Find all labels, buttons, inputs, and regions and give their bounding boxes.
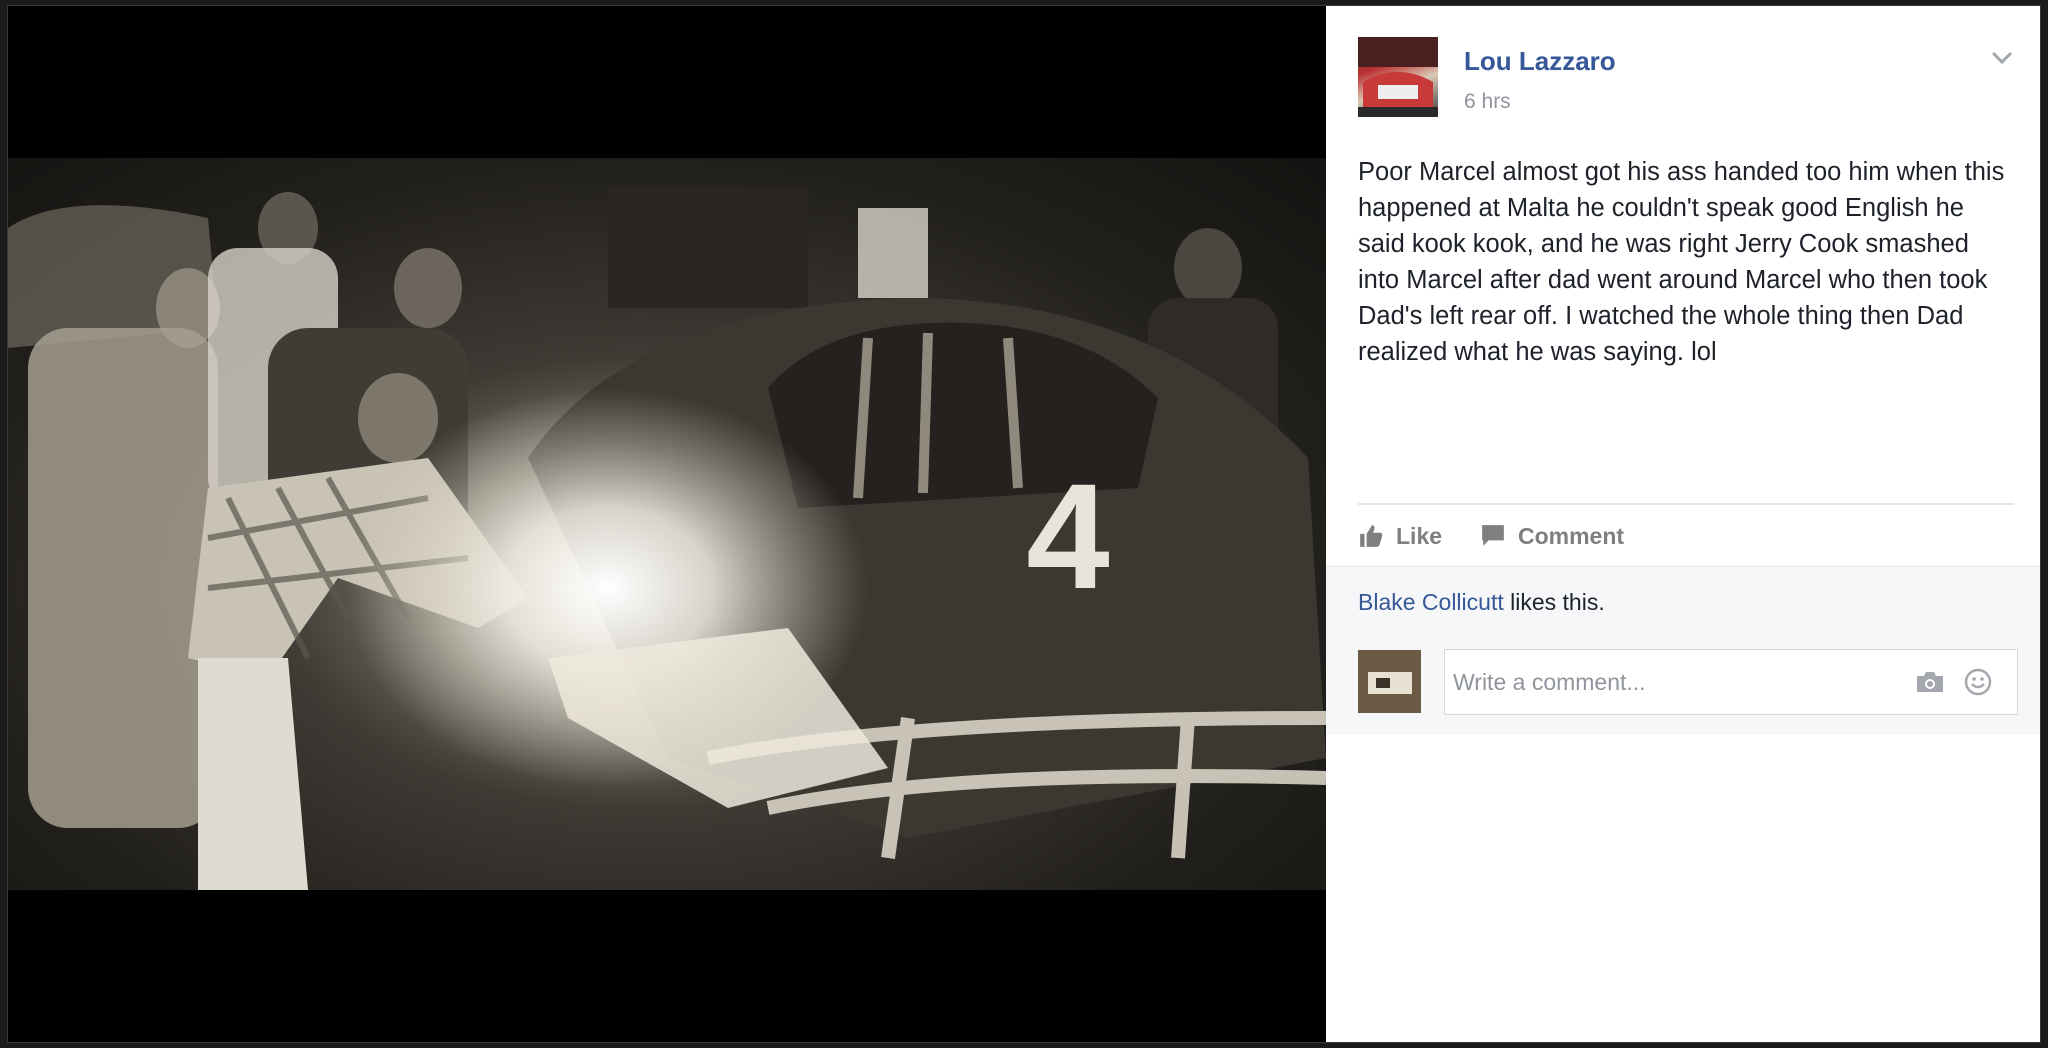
post-photo[interactable]: 4 <box>8 158 1326 890</box>
author-avatar[interactable] <box>1358 37 1438 117</box>
viewer-avatar-image <box>1358 650 1421 713</box>
post-message: Poor Marcel almost got his ass handed to… <box>1358 158 2005 366</box>
liker-name-link[interactable]: Blake Collicutt <box>1358 589 1504 615</box>
car-number: 4 <box>1026 452 1109 620</box>
thumbs-up-icon <box>1360 525 1383 547</box>
like-button[interactable]: Like <box>1358 518 1442 554</box>
post-panel: Lou Lazzaro 6 hrs Poor Marcel almost got… <box>1326 6 2040 1042</box>
photo-viewer: 4 Lou Lazzaro 6 hrs Poor Marcel almost g… <box>7 5 2041 1043</box>
chevron-down-icon[interactable] <box>1990 46 2014 70</box>
author-avatar-image <box>1358 37 1438 117</box>
smiley-icon[interactable] <box>1964 668 1992 696</box>
likes-and-comments: Blake Collicutt likes this. <box>1326 566 2040 735</box>
likes-summary: Blake Collicutt likes this. <box>1358 589 1605 616</box>
post-timestamp[interactable]: 6 hrs <box>1464 90 1511 114</box>
comment-button[interactable]: Comment <box>1480 518 1624 554</box>
viewer-avatar <box>1358 650 1421 713</box>
photo-stage[interactable]: 4 <box>8 6 1326 1042</box>
comment-box <box>1444 649 2018 715</box>
divider <box>1358 503 2014 505</box>
comment-input[interactable] <box>1449 650 1897 714</box>
camera-icon[interactable] <box>1915 670 1945 694</box>
speech-bubble-icon <box>1482 525 1504 546</box>
like-label: Like <box>1396 522 1443 549</box>
race-car-photo-illustration: 4 <box>8 188 1326 890</box>
likes-suffix: likes this. <box>1503 589 1605 615</box>
author-name-link[interactable]: Lou Lazzaro <box>1464 46 1616 77</box>
comment-label: Comment <box>1518 522 1625 549</box>
